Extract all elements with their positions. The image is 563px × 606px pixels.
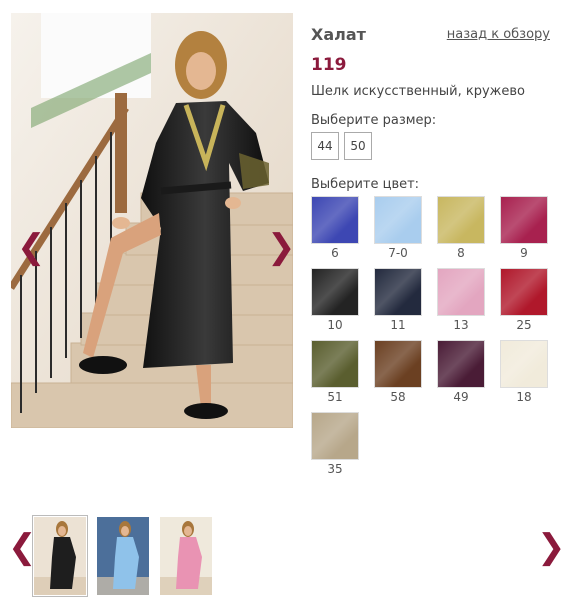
product-price: 119 (311, 55, 347, 75)
color-swatch-chip[interactable] (311, 412, 359, 460)
size-option-50[interactable]: 50 (344, 132, 372, 160)
color-swatch-code: 49 (453, 390, 469, 404)
color-swatch-chip[interactable] (374, 340, 422, 388)
color-swatch-chip[interactable] (437, 268, 485, 316)
color-swatch[interactable]: 10 (311, 268, 359, 332)
color-swatch-chip[interactable] (374, 268, 422, 316)
color-label: Выберите цвет: (311, 177, 420, 192)
color-swatch[interactable]: 7-0 (374, 196, 422, 260)
color-swatch-grid: 6 7-0 8 9 10 11 13 25 51 58 49 18 35 (311, 196, 551, 476)
thumb-blue-robe[interactable] (97, 517, 149, 595)
color-swatch[interactable]: 8 (437, 196, 485, 260)
color-swatch-code: 11 (390, 318, 406, 332)
back-to-overview-link[interactable]: назад к обзору (447, 27, 550, 42)
thumbnails-next-arrow[interactable]: ❯ (537, 530, 563, 564)
color-swatch-code: 13 (453, 318, 469, 332)
product-title: Халат (311, 25, 366, 44)
color-swatch[interactable]: 49 (437, 340, 485, 404)
next-image-arrow[interactable]: ❯ (267, 230, 296, 264)
thumbnail-image (34, 517, 86, 595)
thumb-black-robe[interactable] (32, 515, 88, 597)
color-swatch[interactable]: 13 (437, 268, 485, 332)
color-swatch-code: 10 (327, 318, 343, 332)
color-swatch-chip[interactable] (374, 196, 422, 244)
size-option-44[interactable]: 44 (311, 132, 339, 160)
color-swatch-chip[interactable] (311, 196, 359, 244)
color-swatch-chip[interactable] (500, 268, 548, 316)
size-options: 44 50 (311, 132, 372, 160)
color-swatch-chip[interactable] (500, 196, 548, 244)
previous-image-arrow[interactable]: ❮ (17, 230, 46, 264)
color-swatch[interactable]: 58 (374, 340, 422, 404)
color-swatch-code: 7-0 (388, 246, 408, 260)
thumbnail-image (160, 517, 212, 595)
color-swatch-chip[interactable] (500, 340, 548, 388)
robe-photo-illustration (11, 13, 293, 428)
color-swatch-code: 8 (457, 246, 465, 260)
color-swatch[interactable]: 35 (311, 412, 359, 476)
color-swatch-chip[interactable] (437, 196, 485, 244)
color-swatch[interactable]: 25 (500, 268, 548, 332)
color-swatch[interactable]: 51 (311, 340, 359, 404)
product-main-image (11, 13, 293, 428)
color-swatch[interactable]: 11 (374, 268, 422, 332)
color-swatch[interactable]: 9 (500, 196, 548, 260)
color-swatch[interactable]: 18 (500, 340, 548, 404)
color-swatch-code: 6 (331, 246, 339, 260)
color-swatch[interactable]: 6 (311, 196, 359, 260)
size-label: Выберите размер: (311, 113, 437, 128)
thumb-pink-robe[interactable] (160, 517, 212, 595)
color-swatch-chip[interactable] (437, 340, 485, 388)
thumbnails-prev-arrow[interactable]: ❮ (8, 530, 37, 564)
color-swatch-code: 35 (327, 462, 343, 476)
color-swatch-code: 25 (516, 318, 532, 332)
color-swatch-code: 18 (516, 390, 532, 404)
color-swatch-code: 51 (327, 390, 343, 404)
product-material: Шелк искусственный, кружево (311, 84, 525, 99)
color-swatch-chip[interactable] (311, 340, 359, 388)
thumbnail-image (97, 517, 149, 595)
color-swatch-code: 9 (520, 246, 528, 260)
color-swatch-code: 58 (390, 390, 406, 404)
color-swatch-chip[interactable] (311, 268, 359, 316)
